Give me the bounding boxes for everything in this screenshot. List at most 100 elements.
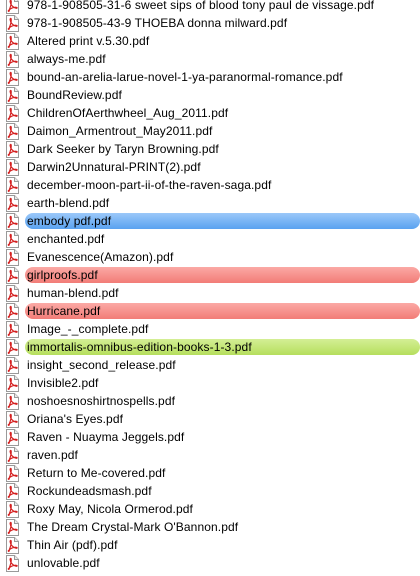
file-row[interactable]: Darwin2Unnatural-PRINT(2).pdf bbox=[0, 158, 420, 176]
file-name[interactable]: Darwin2Unnatural-PRINT(2).pdf bbox=[27, 159, 201, 175]
file-row[interactable]: The Dream Crystal-Mark O'Bannon.pdf bbox=[0, 518, 420, 536]
file-row[interactable]: BoundReview.pdf bbox=[0, 86, 420, 104]
pdf-document-icon[interactable] bbox=[5, 176, 19, 194]
file-row[interactable]: raven.pdf bbox=[0, 446, 420, 464]
file-name[interactable]: ChildrenOfAerthwheel_Aug_2011.pdf bbox=[27, 105, 228, 121]
file-label-wrap[interactable]: Invisible2.pdf bbox=[25, 375, 104, 391]
file-row[interactable]: Roxy May, Nicola Ormerod.pdf bbox=[0, 500, 420, 518]
file-name[interactable]: Hurricane.pdf bbox=[27, 303, 100, 319]
pdf-document-icon[interactable] bbox=[5, 14, 19, 32]
file-row[interactable]: Daimon_Armentrout_May2011.pdf bbox=[0, 122, 420, 140]
file-row[interactable]: unlovable.pdf bbox=[0, 554, 420, 572]
file-label-wrap[interactable]: Raven - Nuayma Jeggels.pdf bbox=[25, 429, 190, 445]
pdf-document-icon[interactable] bbox=[5, 500, 19, 518]
file-name[interactable]: embody pdf.pdf bbox=[27, 213, 111, 229]
file-name[interactable]: enchanted.pdf bbox=[27, 231, 104, 247]
file-name[interactable]: raven.pdf bbox=[27, 447, 78, 463]
file-name[interactable]: Raven - Nuayma Jeggels.pdf bbox=[27, 429, 184, 445]
file-row[interactable]: immortalis-omnibus-edition-books-1-3.pdf bbox=[0, 338, 420, 356]
pdf-document-icon[interactable] bbox=[5, 410, 19, 428]
pdf-document-icon[interactable] bbox=[5, 392, 19, 410]
file-name[interactable]: Image_-_complete.pdf bbox=[27, 321, 148, 337]
pdf-document-icon[interactable] bbox=[5, 68, 19, 86]
file-row[interactable]: ChildrenOfAerthwheel_Aug_2011.pdf bbox=[0, 104, 420, 122]
pdf-document-icon[interactable] bbox=[5, 248, 19, 266]
file-name[interactable]: BoundReview.pdf bbox=[27, 87, 122, 103]
pdf-document-icon[interactable] bbox=[5, 230, 19, 248]
file-name[interactable]: 978-1-908505-43-9 THOEBA donna milward.p… bbox=[27, 15, 287, 31]
file-row[interactable]: Image_-_complete.pdf bbox=[0, 320, 420, 338]
file-label-wrap[interactable]: Altered print v.5.30.pdf bbox=[25, 33, 155, 49]
pdf-document-icon[interactable] bbox=[5, 50, 19, 68]
file-row[interactable]: Evanescence(Amazon).pdf bbox=[0, 248, 420, 266]
color-label-green[interactable]: immortalis-omnibus-edition-books-1-3.pdf bbox=[25, 339, 420, 355]
pdf-document-icon[interactable] bbox=[5, 302, 19, 320]
color-label-red[interactable]: Hurricane.pdf bbox=[25, 303, 420, 319]
file-label-wrap[interactable]: Rockundeadsmash.pdf bbox=[25, 483, 158, 499]
file-name[interactable]: Roxy May, Nicola Ormerod.pdf bbox=[27, 501, 193, 517]
pdf-document-icon[interactable] bbox=[5, 32, 19, 50]
pdf-document-icon[interactable] bbox=[5, 320, 19, 338]
file-label-wrap[interactable]: always-me.pdf bbox=[25, 51, 112, 67]
file-name[interactable]: Altered print v.5.30.pdf bbox=[27, 33, 149, 49]
pdf-document-icon[interactable] bbox=[5, 104, 19, 122]
file-label-wrap[interactable]: Evanescence(Amazon).pdf bbox=[25, 249, 179, 265]
file-name[interactable]: december-moon-part-ii-of-the-raven-saga.… bbox=[27, 177, 271, 193]
file-row[interactable]: Hurricane.pdf bbox=[0, 302, 420, 320]
file-label-wrap[interactable]: ChildrenOfAerthwheel_Aug_2011.pdf bbox=[25, 105, 234, 121]
file-label-wrap[interactable]: Dark Seeker by Taryn Browning.pdf bbox=[25, 141, 225, 157]
file-row[interactable]: earth-blend.pdf bbox=[0, 194, 420, 212]
file-name[interactable]: Evanescence(Amazon).pdf bbox=[27, 249, 173, 265]
pdf-document-icon[interactable] bbox=[5, 482, 19, 500]
file-label-wrap[interactable]: Image_-_complete.pdf bbox=[25, 321, 154, 337]
pdf-document-icon[interactable] bbox=[5, 140, 19, 158]
pdf-document-icon[interactable] bbox=[5, 374, 19, 392]
pdf-document-icon[interactable] bbox=[5, 356, 19, 374]
file-name[interactable]: Invisible2.pdf bbox=[27, 375, 98, 391]
pdf-document-icon[interactable] bbox=[5, 518, 19, 536]
file-label-wrap[interactable]: Return to Me-covered.pdf bbox=[25, 465, 171, 481]
file-row[interactable]: enchanted.pdf bbox=[0, 230, 420, 248]
file-label-wrap[interactable]: enchanted.pdf bbox=[25, 231, 110, 247]
pdf-document-icon[interactable] bbox=[5, 86, 19, 104]
file-row[interactable]: noshoesnoshirtnospells.pdf bbox=[0, 392, 420, 410]
file-row[interactable]: Invisible2.pdf bbox=[0, 374, 420, 392]
pdf-document-icon[interactable] bbox=[5, 428, 19, 446]
file-name[interactable]: always-me.pdf bbox=[27, 51, 106, 67]
file-label-wrap[interactable]: Oriana's Eyes.pdf bbox=[25, 411, 129, 427]
file-label-wrap[interactable]: Darwin2Unnatural-PRINT(2).pdf bbox=[25, 159, 207, 175]
color-label-blue[interactable]: embody pdf.pdf bbox=[25, 213, 420, 229]
file-name[interactable]: The Dream Crystal-Mark O'Bannon.pdf bbox=[27, 519, 238, 535]
pdf-document-icon[interactable] bbox=[5, 212, 19, 230]
file-row[interactable]: human-blend.pdf bbox=[0, 284, 420, 302]
file-name[interactable]: immortalis-omnibus-edition-books-1-3.pdf bbox=[27, 339, 252, 355]
pdf-document-icon[interactable] bbox=[5, 536, 19, 554]
file-name[interactable]: Dark Seeker by Taryn Browning.pdf bbox=[27, 141, 219, 157]
pdf-document-icon[interactable] bbox=[5, 266, 19, 284]
file-row[interactable]: 978-1-908505-43-9 THOEBA donna milward.p… bbox=[0, 14, 420, 32]
file-name[interactable]: Return to Me-covered.pdf bbox=[27, 465, 165, 481]
file-name[interactable]: insight_second_release.pdf bbox=[27, 357, 176, 373]
file-row[interactable]: 978-1-908505-31-6 sweet sips of blood to… bbox=[0, 0, 420, 14]
file-row[interactable]: Thin Air (pdf).pdf bbox=[0, 536, 420, 554]
file-label-wrap[interactable]: earth-blend.pdf bbox=[25, 195, 115, 211]
pdf-document-icon[interactable] bbox=[5, 446, 19, 464]
pdf-document-icon[interactable] bbox=[5, 194, 19, 212]
file-row[interactable]: insight_second_release.pdf bbox=[0, 356, 420, 374]
file-name[interactable]: unlovable.pdf bbox=[27, 555, 100, 571]
file-row[interactable]: always-me.pdf bbox=[0, 50, 420, 68]
file-label-wrap[interactable]: The Dream Crystal-Mark O'Bannon.pdf bbox=[25, 519, 244, 535]
file-row[interactable]: Rockundeadsmash.pdf bbox=[0, 482, 420, 500]
file-row[interactable]: embody pdf.pdf bbox=[0, 212, 420, 230]
file-name[interactable]: girlproofs.pdf bbox=[27, 267, 98, 283]
file-label-wrap[interactable]: bound-an-arelia-larue-novel-1-ya-paranor… bbox=[25, 69, 349, 85]
pdf-document-icon[interactable] bbox=[5, 0, 19, 14]
pdf-document-icon[interactable] bbox=[5, 338, 19, 356]
file-label-wrap[interactable]: 978-1-908505-31-6 sweet sips of blood to… bbox=[25, 0, 380, 13]
pdf-document-icon[interactable] bbox=[5, 158, 19, 176]
file-name[interactable]: earth-blend.pdf bbox=[27, 195, 109, 211]
file-label-wrap[interactable]: Thin Air (pdf).pdf bbox=[25, 537, 124, 553]
color-label-red[interactable]: girlproofs.pdf bbox=[25, 267, 420, 283]
file-row[interactable]: Altered print v.5.30.pdf bbox=[0, 32, 420, 50]
file-label-wrap[interactable]: human-blend.pdf bbox=[25, 285, 125, 301]
